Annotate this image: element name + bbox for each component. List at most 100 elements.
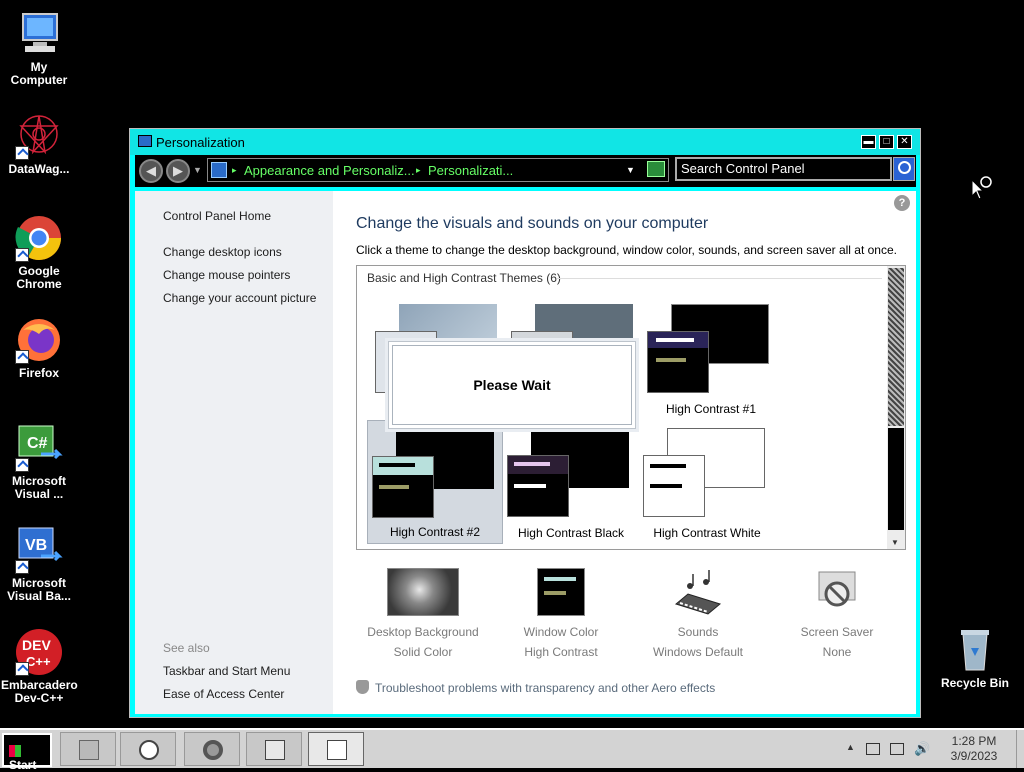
media-player-icon [139, 740, 159, 760]
visual-csharp-icon [265, 740, 285, 760]
chevron-right-icon: ▸ [232, 165, 237, 175]
desktop-background-thumb [387, 568, 459, 616]
search-button[interactable] [893, 157, 915, 181]
desktop-background-value: Solid Color [393, 645, 453, 659]
clock-time: 1:28 PM [951, 734, 997, 748]
change-account-picture-link[interactable]: Change your account picture [163, 291, 316, 305]
control-panel-icon [211, 162, 227, 178]
window-color-option[interactable]: Window Color High Contrast [493, 568, 629, 662]
datawag-icon [15, 112, 63, 160]
back-button[interactable]: ◀ [139, 159, 163, 183]
left-pane: Control Panel Home Change desktop icons … [135, 191, 333, 714]
ease-of-access-link[interactable]: Ease of Access Center [163, 687, 284, 701]
taskbar: Start ▲ 🔊 1:28 PM 3/9/2023 [0, 728, 1024, 772]
visual-csharp-icon: C# [15, 424, 63, 472]
scroll-down-icon[interactable]: ▼ [891, 538, 899, 547]
control-panel-icon [327, 740, 347, 760]
refresh-button[interactable] [647, 161, 665, 177]
desktop-icon-recycle-bin[interactable]: Recycle Bin [937, 626, 1013, 690]
theme-high-contrast-white[interactable]: High Contrast White [639, 420, 775, 544]
screen-saver-value: None [822, 645, 852, 659]
troubleshoot-link[interactable]: Troubleshoot problems with transparency … [356, 680, 715, 695]
desktop-icon-visual-basic[interactable]: VB Microsoft Visual Ba... [1, 526, 77, 603]
themes-list[interactable]: Basic and High Contrast Themes (6) High … [356, 265, 906, 550]
busy-cursor-icon [970, 174, 994, 200]
recent-pages-dropdown[interactable]: ▼ [193, 165, 202, 175]
maximize-button[interactable]: □ [879, 135, 894, 149]
volume-icon[interactable]: 🔊 [914, 741, 930, 757]
forward-button[interactable]: ▶ [166, 159, 190, 183]
themes-scrollbar[interactable]: ▼ [887, 266, 905, 549]
theme-group-title: Basic and High Contrast Themes (6) [367, 271, 561, 285]
shortcut-arrow-icon [15, 350, 29, 364]
sounds-icon [672, 568, 724, 616]
desktop-icon-visual-csharp[interactable]: C# Microsoft Visual ... [1, 424, 77, 501]
desktop-background-option[interactable]: Desktop Background Solid Color [355, 568, 491, 662]
change-mouse-pointers-link[interactable]: Change mouse pointers [163, 268, 290, 282]
svg-text:DEV: DEV [22, 637, 51, 653]
scrollbar-track-upper[interactable] [888, 268, 904, 426]
taskbar-start-menu-link[interactable]: Taskbar and Start Menu [163, 664, 290, 678]
navigation-bar: ◀ ▶ ▼ ▸ Appearance and Personaliz... ▸ P… [135, 155, 916, 187]
show-desktop-button[interactable] [1016, 730, 1024, 768]
scrollbar-thumb[interactable] [888, 428, 904, 530]
taskbar-media-player[interactable] [120, 732, 176, 766]
search-input[interactable]: Search Control Panel [675, 157, 892, 181]
taskbar-visual-csharp[interactable] [246, 732, 302, 766]
theme-preview-window [372, 456, 434, 518]
sounds-value: Windows Default [652, 645, 744, 659]
folder-icon [79, 740, 99, 760]
close-button[interactable]: ✕ [897, 135, 912, 149]
minimize-button[interactable]: ▬ [861, 135, 876, 149]
theme-high-contrast-1[interactable]: High Contrast #1 [643, 296, 779, 420]
action-center-flag-icon[interactable] [890, 743, 904, 755]
breadcrumb-appearance[interactable]: Appearance and Personaliz... [244, 163, 415, 178]
see-also-label: See also [163, 641, 210, 655]
breadcrumb-personalization[interactable]: Personalizati... [428, 163, 513, 178]
title-bar[interactable]: Personalization ▬ □ ✕ [130, 129, 920, 155]
help-icon[interactable]: ? [894, 195, 910, 211]
control-panel-home-link[interactable]: Control Panel Home [163, 209, 271, 223]
chrome-icon [15, 214, 63, 262]
main-pane: ? Change the visuals and sounds on your … [333, 191, 916, 714]
taskbar-chrome[interactable] [184, 732, 240, 766]
clock-date: 3/9/2023 [950, 749, 998, 763]
taskbar-explorer[interactable] [60, 732, 116, 766]
client-area: Control Panel Home Change desktop icons … [135, 191, 916, 714]
sounds-title: Sounds [677, 625, 719, 639]
desktop-icon-google-chrome[interactable]: Google Chrome [1, 214, 77, 291]
personalization-window: Personalization ▬ □ ✕ ◀ ▶ ▼ ▸ Appearance… [129, 128, 921, 718]
network-icon[interactable] [866, 743, 880, 755]
svg-text:C++: C++ [26, 654, 51, 669]
group-divider [557, 278, 882, 279]
computer-icon [15, 10, 63, 58]
show-hidden-icons-button[interactable]: ▲ [846, 742, 855, 752]
address-bar[interactable]: ▸ Appearance and Personaliz... ▸ Persona… [207, 158, 669, 182]
theme-preview-window [507, 455, 569, 517]
desktop-icon-dev-cpp[interactable]: DEV C++ Embarcadero Dev-C++ [1, 628, 78, 705]
desktop-icon-my-computer[interactable]: My Computer [1, 10, 77, 87]
clock[interactable]: 1:28 PM 3/9/2023 [944, 734, 1004, 764]
desktop-icon-firefox[interactable]: Firefox [1, 316, 77, 380]
change-desktop-icons-link[interactable]: Change desktop icons [163, 245, 282, 259]
screen-saver-option[interactable]: Screen Saver None [769, 568, 905, 662]
sounds-option[interactable]: Sounds Windows Default [630, 568, 766, 662]
theme-high-contrast-black[interactable]: High Contrast Black [503, 420, 639, 544]
screen-saver-icon [813, 568, 861, 616]
theme-high-contrast-2[interactable]: High Contrast #2 [367, 420, 503, 544]
theme-options: Desktop Background Solid Color Window Co… [356, 568, 906, 668]
window-title: Personalization [156, 135, 245, 150]
chrome-icon [203, 740, 223, 760]
address-dropdown-icon[interactable]: ▼ [626, 165, 635, 175]
personalization-app-icon [138, 135, 152, 147]
desktop-background-title: Desktop Background [367, 625, 479, 639]
recycle-bin-icon [951, 626, 999, 674]
window-color-thumb [537, 568, 585, 616]
firefox-icon [15, 316, 63, 364]
shortcut-arrow-icon [15, 560, 29, 574]
window-color-value: High Contrast [524, 645, 598, 659]
desktop-icon-datawag[interactable]: DataWag... [1, 112, 77, 176]
start-button[interactable]: Start [2, 733, 52, 772]
taskbar-control-panel[interactable] [308, 732, 364, 766]
system-tray: ▲ 🔊 1:28 PM 3/9/2023 [840, 730, 1024, 768]
